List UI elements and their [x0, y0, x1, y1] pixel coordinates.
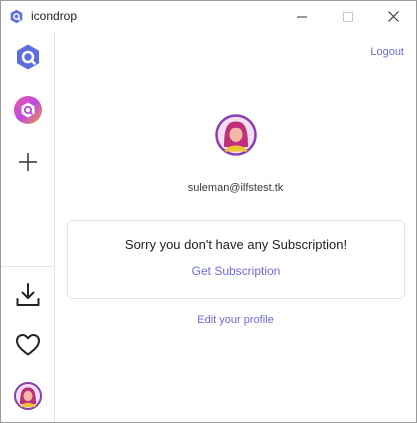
app-window: icondrop Logout suleman@ilfstest.tk Sorr… [0, 0, 417, 423]
close-icon [387, 11, 399, 22]
sidebar-item-profile[interactable] [1, 378, 55, 414]
get-subscription-link[interactable]: Get Subscription [68, 264, 404, 278]
heart-icon [16, 334, 40, 356]
minimize-button[interactable] [279, 1, 325, 32]
profile-avatar [215, 114, 257, 156]
icondrop-logo-icon [17, 44, 39, 70]
maximize-button[interactable] [325, 1, 371, 32]
icondrop-app-icon [10, 9, 23, 24]
subscription-card: Sorry you don't have any Subscription! G… [67, 220, 405, 299]
plus-icon [19, 153, 37, 171]
avatar [14, 382, 42, 410]
download-icon [16, 283, 40, 306]
window-title: icondrop [31, 9, 78, 23]
sidebar-item-workspace[interactable] [1, 92, 55, 128]
logout-link[interactable]: Logout [370, 46, 404, 58]
main-panel: Logout suleman@ilfstest.tk Sorry you don… [55, 32, 416, 422]
icondrop-gradient-icon [14, 96, 42, 124]
close-button[interactable] [370, 1, 416, 32]
maximize-icon [343, 11, 353, 22]
minimize-icon [297, 16, 307, 17]
subscription-message: Sorry you don't have any Subscription! [124, 237, 348, 252]
title-bar[interactable]: icondrop [1, 1, 416, 32]
sidebar-item-downloads[interactable] [1, 277, 55, 313]
sidebar-item-favorites[interactable] [1, 327, 55, 363]
user-email: suleman@ilfstest.tk [187, 182, 284, 194]
sidebar-item-logo[interactable] [1, 39, 55, 75]
sidebar-item-add[interactable] [1, 144, 55, 180]
sidebar [1, 32, 55, 422]
sidebar-divider [1, 266, 54, 267]
edit-profile-link[interactable]: Edit your profile [55, 314, 416, 326]
